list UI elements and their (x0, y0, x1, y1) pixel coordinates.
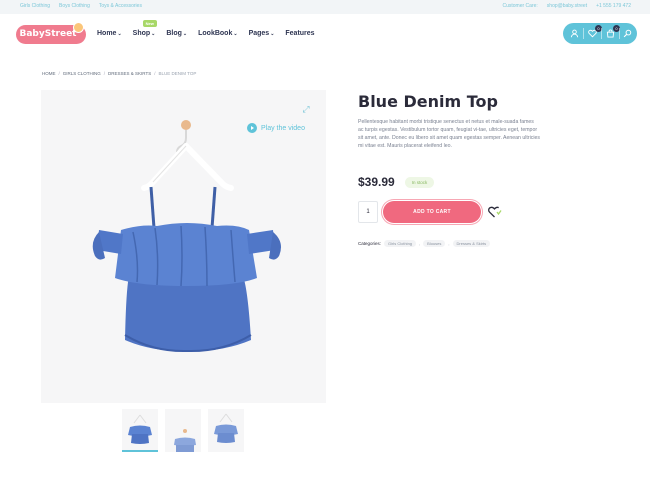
categories-label: Categories: (358, 241, 382, 246)
category-separator: , (448, 241, 450, 246)
product-price: $39.99 (358, 175, 395, 189)
product-image (92, 120, 281, 353)
logo-text: BabyStreet (19, 29, 77, 39)
cart-icon[interactable]: 0 (605, 25, 620, 39)
nav-item-label: LookBook (198, 30, 233, 37)
nav-item-home[interactable]: Home⌄ (97, 30, 122, 37)
product-description: Pellentesque habitant morbi tristique se… (358, 119, 540, 149)
breadcrumb-separator: / (58, 71, 60, 76)
thumbnail-1[interactable] (122, 409, 158, 452)
contact-phone: +1 555 179 472 (596, 3, 631, 9)
breadcrumb-girls-clothing[interactable]: Girls Clothing (63, 71, 101, 76)
customer-care-label: Customer Care: (502, 3, 538, 9)
logo-badge-icon (73, 22, 84, 33)
nav-item-features[interactable]: Features (285, 30, 314, 37)
thumbnail-image (174, 429, 196, 452)
product-gallery-main[interactable]: ⤢ Play the video (41, 90, 326, 403)
divider (619, 28, 620, 39)
breadcrumb-separator: / (103, 71, 106, 76)
category-tag-dresses-skirts[interactable]: Dresses & Skirts (452, 240, 491, 247)
nav-item-shop[interactable]: New Shop⌄ (132, 20, 157, 37)
divider (601, 28, 602, 39)
product-categories: Categories: Girls Clothing , Blouses , D… (358, 240, 491, 247)
heart-icon[interactable]: 0 (587, 25, 602, 39)
user-icon[interactable] (569, 28, 580, 39)
play-icon (247, 123, 257, 133)
chevron-down-icon: ⌄ (233, 31, 238, 37)
search-icon[interactable] (622, 28, 633, 39)
nav-item-label: Shop (132, 30, 151, 37)
nav-item-label: Home (97, 30, 117, 37)
breadcrumb-current: Blue Denim Top (158, 71, 197, 76)
nav-item-lookbook[interactable]: LookBook⌄ (198, 30, 237, 37)
site-header: BabyStreet Home⌄ New Shop⌄ Blog⌄ LookBoo… (0, 14, 650, 54)
product-title: Blue Denim Top (358, 92, 498, 111)
play-video-label: Play the video (261, 124, 305, 132)
play-video-button[interactable]: Play the video (247, 123, 305, 133)
chevron-down-icon: ⌄ (117, 31, 122, 37)
nav-item-label: Features (285, 30, 315, 37)
stock-status-badge: In stock (404, 176, 435, 188)
top-utility-bar: Girls Clothing Boys Clothing Toys & Acce… (0, 0, 650, 14)
category-tag-girls-clothing[interactable]: Girls Clothing (384, 240, 417, 247)
thumbnail-strip (122, 409, 244, 452)
thumbnail-image (128, 414, 152, 444)
breadcrumb-dresses-skirts[interactable]: Dresses & Skirts (108, 71, 151, 76)
nav-item-label: Pages (248, 30, 270, 37)
divider (583, 28, 584, 39)
breadcrumb-separator: / (154, 71, 156, 76)
chevron-down-icon: ⌄ (270, 31, 275, 37)
main-nav: Home⌄ New Shop⌄ Blog⌄ LookBook⌄ Pages⌄ F… (97, 20, 326, 37)
add-to-cart-row: 1 ADD TO CART (358, 201, 502, 223)
add-to-cart-button[interactable]: ADD TO CART (384, 202, 480, 222)
category-tag-blouses[interactable]: Blouses (423, 240, 446, 247)
thumbnail-2[interactable] (165, 409, 201, 452)
expand-icon[interactable]: ⤢ (301, 104, 311, 114)
add-to-wishlist-heart-icon[interactable] (488, 205, 502, 219)
logo[interactable]: BabyStreet (16, 22, 86, 44)
thumbnail-3[interactable] (208, 409, 244, 452)
top-link-girls-clothing[interactable]: Girls Clothing (20, 3, 50, 9)
top-link-toys-accessories[interactable]: Toys & Accessories (99, 3, 142, 9)
price-row: $39.99 In stock (358, 175, 435, 189)
category-separator: , (419, 241, 421, 246)
chevron-down-icon: ⌄ (182, 31, 188, 37)
top-contact: Customer Care: shop@baby.street +1 555 1… (503, 3, 632, 9)
chevron-down-icon: ⌄ (151, 31, 156, 37)
top-link-boys-clothing[interactable]: Boys Clothing (59, 3, 90, 9)
breadcrumb: Home / Girls Clothing / Dresses & Skirts… (42, 71, 196, 76)
breadcrumb-home[interactable]: Home (42, 71, 56, 76)
top-category-links: Girls Clothing Boys Clothing Toys & Acce… (20, 3, 142, 9)
quantity-stepper[interactable]: 1 (358, 201, 378, 223)
contact-email-link[interactable]: shop@baby.street (547, 3, 587, 9)
nav-item-pages[interactable]: Pages⌄ (249, 30, 275, 37)
nav-item-label: Blog (166, 30, 182, 37)
header-action-pill: 0 0 (563, 23, 637, 44)
thumbnail-image (214, 413, 238, 443)
new-badge: New (142, 20, 157, 27)
nav-item-blog[interactable]: Blog⌄ (166, 30, 187, 37)
